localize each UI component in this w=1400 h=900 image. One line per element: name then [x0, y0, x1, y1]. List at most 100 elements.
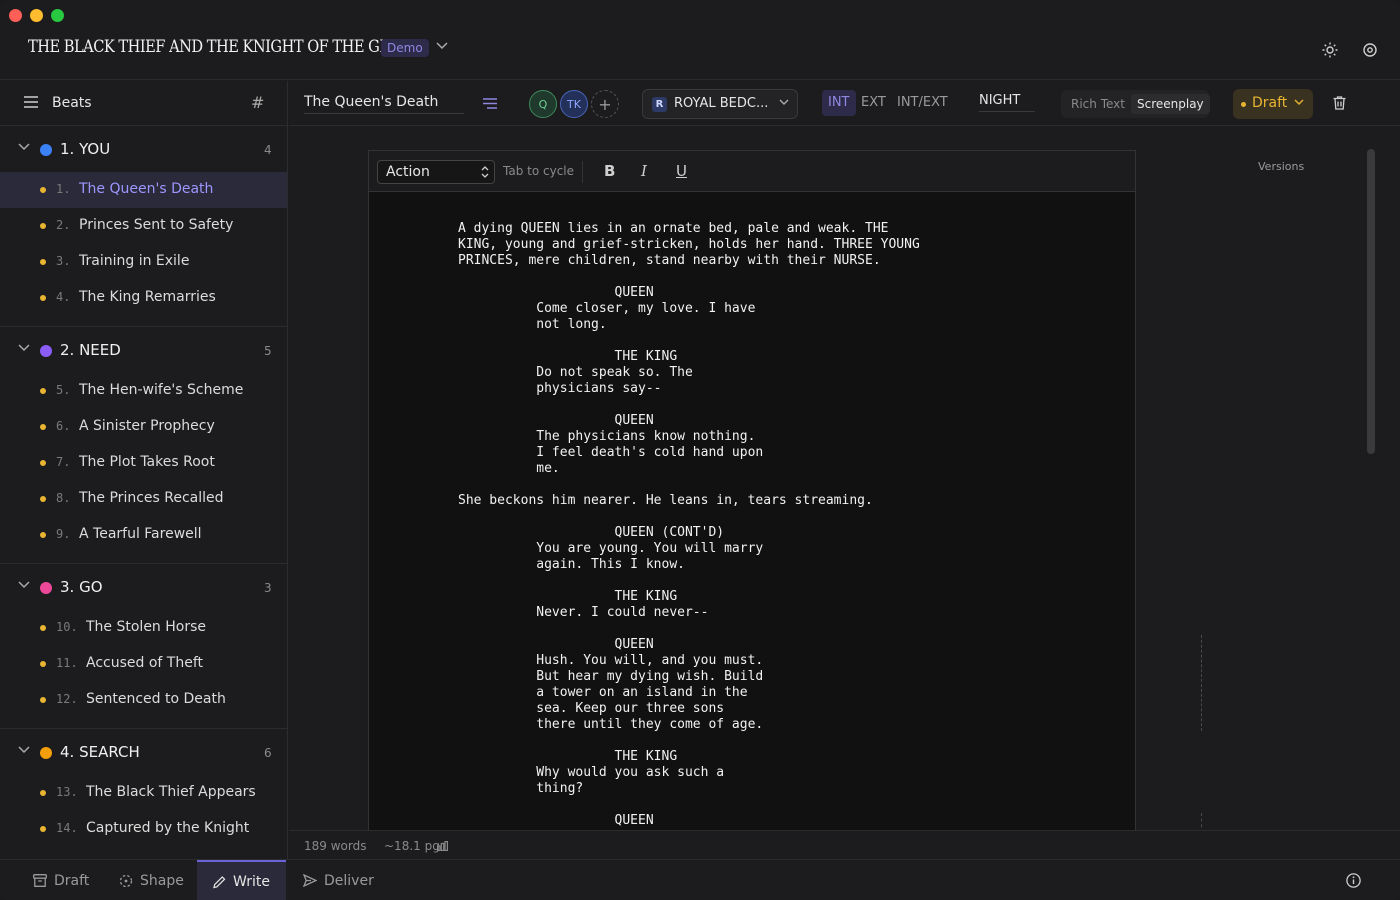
sidebar-title: Beats: [52, 95, 92, 111]
close-window-button[interactable]: [9, 9, 22, 22]
beat-number: 8.: [56, 491, 71, 505]
tab-write[interactable]: Write: [197, 860, 286, 900]
beat-status-dot: [40, 187, 46, 193]
title-bar: THE BLACK THIEF AND THE KNIGHT OF THE GL…: [0, 0, 1400, 80]
character-avatar[interactable]: TK: [560, 90, 588, 118]
align-text-icon[interactable]: [483, 98, 497, 109]
word-count: 189 words: [304, 839, 367, 853]
chevron-down-icon: [779, 99, 789, 105]
beat-number: 3.: [56, 254, 71, 268]
status-label: Draft: [1252, 95, 1288, 111]
beat-status-dot: [40, 223, 46, 229]
act-beat-count: 6: [264, 746, 272, 760]
beat-title: The Black Thief Appears: [86, 784, 256, 800]
tab-label: Shape: [140, 872, 184, 889]
act-header[interactable]: 3. GO 3: [0, 564, 287, 610]
chevron-down-icon[interactable]: [436, 42, 448, 50]
sun-icon[interactable]: [1322, 42, 1338, 58]
add-character-button[interactable]: +: [591, 90, 619, 118]
tab-label: Write: [233, 873, 270, 890]
editor-scrollbar[interactable]: [1367, 149, 1375, 454]
beat-item[interactable]: 9. A Tearful Farewell: [0, 517, 287, 553]
underline-button[interactable]: U: [676, 162, 687, 180]
act-header[interactable]: 4. SEARCH 6: [0, 729, 287, 775]
beat-title: Sentenced to Death: [86, 691, 226, 707]
act-name: 1. YOU: [60, 140, 111, 158]
beat-item[interactable]: 6. A Sinister Prophecy: [0, 409, 287, 445]
element-type-select[interactable]: Action: [377, 160, 495, 184]
location-name: ROYAL BEDC...: [674, 96, 769, 111]
act-header[interactable]: 2. NEED 5: [0, 327, 287, 373]
menu-icon[interactable]: [24, 96, 38, 108]
info-icon[interactable]: [1346, 873, 1361, 888]
beat-status-dot: [40, 424, 46, 430]
versions-label[interactable]: Versions: [1258, 160, 1304, 173]
beat-item[interactable]: 13. The Black Thief Appears: [0, 775, 287, 811]
beat-item[interactable]: 14. Captured by the Knight: [0, 811, 287, 847]
beat-item[interactable]: 10. The Stolen Horse: [0, 610, 287, 646]
tab-label: Deliver: [324, 872, 374, 889]
int-ext-option-int[interactable]: INT: [822, 90, 856, 116]
act-header[interactable]: 1. YOU 4: [0, 126, 287, 172]
scene-title-input[interactable]: The Queen's Death: [304, 94, 464, 114]
time-of-day-input[interactable]: NIGHT: [979, 93, 1035, 112]
beat-status-dot: [40, 826, 46, 832]
status-dot: [1241, 102, 1246, 107]
beat-title: Accused of Theft: [86, 655, 203, 671]
app-window: THE BLACK THIEF AND THE KNIGHT OF THE GL…: [0, 0, 1400, 900]
chevron-down-icon[interactable]: [18, 143, 30, 151]
trash-icon[interactable]: [1333, 96, 1346, 110]
beat-number: 6.: [56, 419, 71, 433]
tab-draft[interactable]: Draft: [17, 860, 105, 900]
mode-rich-text[interactable]: Rich Text: [1065, 94, 1131, 114]
chevron-down-icon[interactable]: [18, 581, 30, 589]
minimize-window-button[interactable]: [30, 9, 43, 22]
numbering-toggle-button[interactable]: #: [251, 93, 264, 112]
beat-title: Princes Sent to Safety: [79, 217, 234, 233]
toolbar-divider: [582, 161, 583, 183]
beat-item[interactable]: 3. Training in Exile: [0, 244, 287, 280]
bold-button[interactable]: B: [604, 162, 615, 180]
chevron-down-icon[interactable]: [18, 344, 30, 352]
beat-item[interactable]: 1. The Queen's Death: [0, 172, 287, 208]
beat-status-dot: [40, 661, 46, 667]
int-ext-option-int-ext[interactable]: INT/EXT: [891, 90, 954, 116]
project-title[interactable]: THE BLACK THIEF AND THE KNIGHT OF THE GL…: [28, 37, 411, 57]
beat-item[interactable]: 11. Accused of Theft: [0, 646, 287, 682]
beat-item[interactable]: 2. Princes Sent to Safety: [0, 208, 287, 244]
beat-item[interactable]: 7. The Plot Takes Root: [0, 445, 287, 481]
act-beat-count: 3: [264, 581, 272, 595]
beat-item[interactable]: 12. Sentenced to Death: [0, 682, 287, 718]
act-group: 3. GO 3 10. The Stolen Horse 11. Accused o…: [0, 564, 287, 729]
beat-title: Training in Exile: [79, 253, 190, 269]
mode-screenplay[interactable]: Screenplay: [1131, 94, 1210, 114]
tab-deliver[interactable]: Deliver: [287, 860, 390, 900]
script-body[interactable]: A dying QUEEN lies in an ornate bed, pal…: [458, 221, 920, 829]
zoom-window-button[interactable]: [51, 9, 64, 22]
tab-shape[interactable]: Shape: [103, 860, 200, 900]
act-group: 2. NEED 5 5. The Hen-wife's Scheme 6. A Si…: [0, 327, 287, 564]
beat-item[interactable]: 4. The King Remarries: [0, 280, 287, 316]
beat-title: A Tearful Farewell: [79, 526, 202, 542]
stats-icon[interactable]: [437, 841, 448, 851]
act-color-dot: [40, 582, 52, 594]
italic-button[interactable]: I: [641, 162, 647, 180]
location-select[interactable]: R ROYAL BEDC...: [642, 89, 798, 119]
status-dropdown[interactable]: Draft: [1233, 89, 1313, 119]
beat-number: 9.: [56, 527, 71, 541]
beat-title: The Princes Recalled: [79, 490, 224, 506]
beat-item[interactable]: 5. The Hen-wife's Scheme: [0, 373, 287, 409]
beat-status-dot: [40, 532, 46, 538]
int-ext-option-ext[interactable]: EXT: [855, 90, 892, 116]
character-avatar[interactable]: Q: [529, 90, 557, 118]
beat-title: The King Remarries: [79, 289, 216, 305]
scene-toolbar: The Queen's Death Q TK + R ROYAL BEDC...…: [289, 81, 1400, 126]
editor-toolbar: Action Tab to cycle B I U: [369, 151, 1135, 192]
beat-title: The Queen's Death: [79, 181, 214, 197]
settings-icon[interactable]: [1362, 42, 1378, 58]
beats-sidebar: Beats # 1. YOU 4 1. The Queen's Death 2. P…: [0, 81, 288, 859]
chevron-down-icon[interactable]: [18, 746, 30, 754]
beat-item[interactable]: 8. The Princes Recalled: [0, 481, 287, 517]
beat-status-dot: [40, 388, 46, 394]
act-name: 2. NEED: [60, 341, 121, 359]
